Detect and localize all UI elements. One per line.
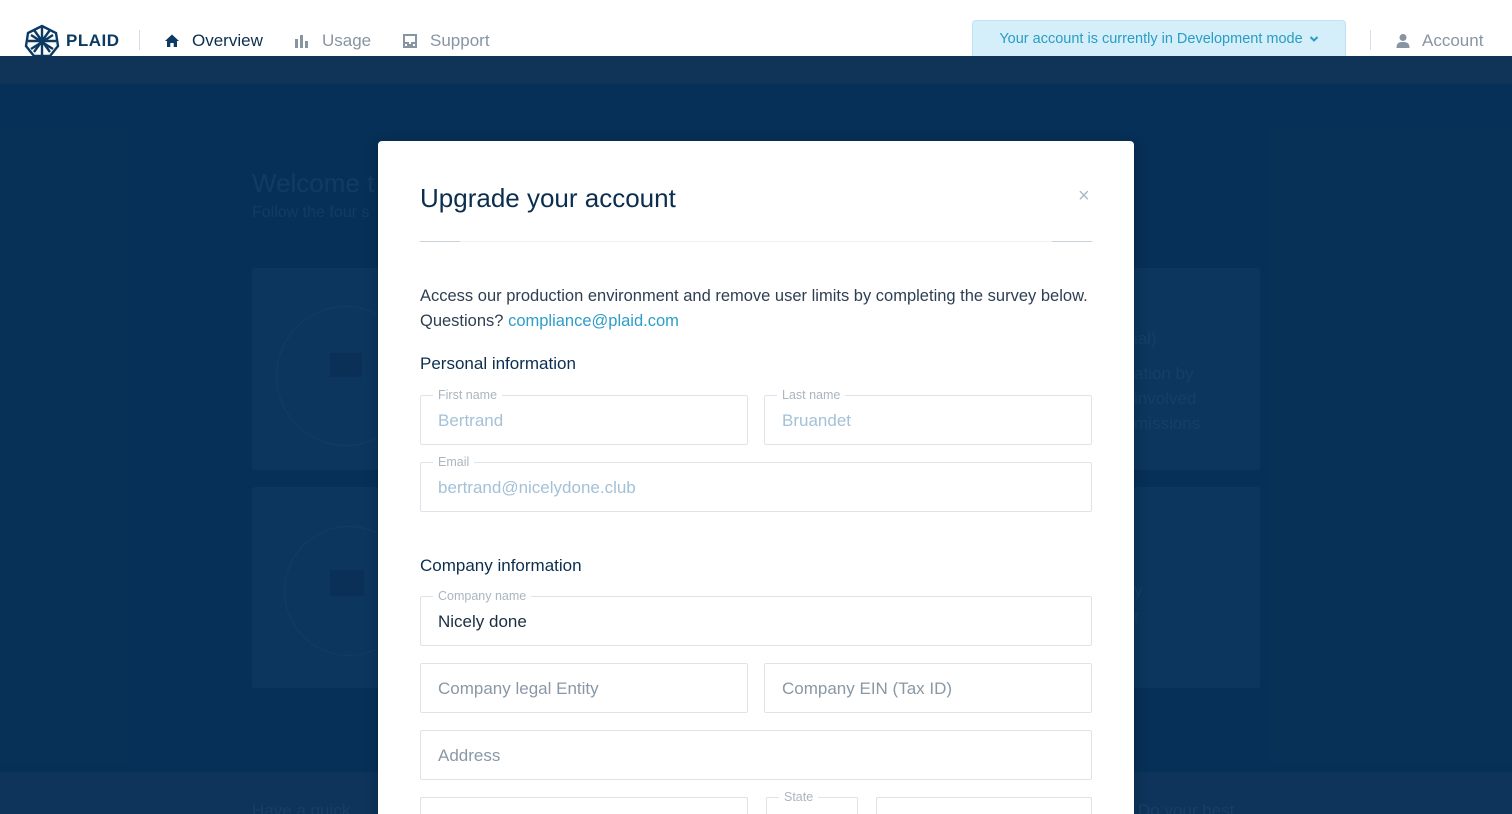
nav-item-label: Support [430, 31, 490, 50]
personal-info-heading: Personal information [420, 354, 576, 373]
inbox-icon [403, 34, 417, 48]
company-legal-entity-input[interactable] [438, 677, 730, 701]
dev-mode-text: Your account is currently in Development… [999, 30, 1303, 47]
brand-name: PLAID [66, 31, 120, 50]
modal-title: Upgrade your account [420, 183, 676, 213]
email-field[interactable]: Email bertrand@nicelydone.club [420, 455, 1092, 512]
nav-divider [1370, 30, 1371, 50]
first-name-label: First name [433, 388, 503, 402]
company-ein-field[interactable] [764, 663, 1092, 713]
company-name-label: Company name [433, 589, 532, 603]
dev-mode-notice[interactable]: Your account is currently in Development… [972, 20, 1346, 56]
account-menu[interactable]: Account [1396, 28, 1483, 54]
nav-item-overview[interactable]: Overview [164, 28, 263, 54]
zip-field[interactable] [876, 797, 1092, 814]
company-name-value: Nicely done [438, 612, 527, 631]
compliance-email-link[interactable]: compliance@plaid.com [508, 312, 679, 330]
email-label: Email [433, 455, 475, 469]
company-name-field[interactable]: Company name Nicely done [420, 589, 1092, 646]
city-field[interactable] [420, 797, 748, 814]
address-field[interactable] [420, 730, 1092, 780]
close-icon[interactable]: × [1078, 186, 1090, 206]
nav-item-support[interactable]: Support [402, 28, 490, 54]
nav-item-usage[interactable]: Usage [294, 28, 371, 54]
last-name-value: Bruandet [782, 411, 851, 430]
nav-item-label: Usage [322, 31, 372, 50]
chevron-down-icon [1309, 35, 1318, 42]
bar-chart-icon [295, 35, 308, 48]
state-label: State [779, 790, 819, 804]
address-input[interactable] [438, 744, 1074, 768]
upgrade-account-modal: Upgrade your account × Access our produc… [378, 141, 1134, 814]
account-label: Account [1422, 31, 1484, 50]
last-name-field[interactable]: Last name Bruandet [764, 388, 1092, 445]
top-nav: PLAID Overview Usage Support Your accoun… [0, 0, 1512, 58]
modal-divider [420, 241, 1092, 242]
last-name-label: Last name [777, 388, 846, 402]
home-icon [165, 34, 179, 47]
modal-intro: Access our production environment and re… [420, 284, 1092, 334]
state-field[interactable]: State [766, 790, 858, 814]
company-legal-entity-field[interactable] [420, 663, 748, 713]
first-name-value: Bertrand [438, 411, 504, 430]
plaid-logo[interactable]: PLAID [24, 24, 120, 58]
user-icon [1396, 34, 1410, 48]
company-ein-input[interactable] [782, 677, 1074, 701]
first-name-field[interactable]: First name Bertrand [420, 388, 748, 445]
nav-item-label: Overview [192, 31, 263, 50]
plaid-logo-icon [24, 24, 60, 58]
email-value: bertrand@nicelydone.club [438, 478, 636, 497]
nav-divider [139, 30, 140, 50]
company-info-heading: Company information [420, 556, 582, 575]
